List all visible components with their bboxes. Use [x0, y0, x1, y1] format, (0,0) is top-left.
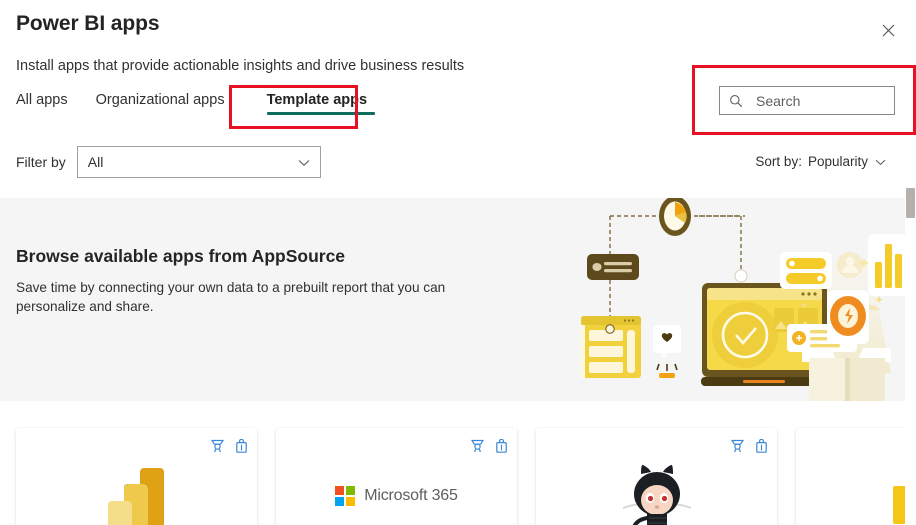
- app-card-github[interactable]: [536, 428, 777, 525]
- close-glyph: [882, 24, 894, 36]
- tab-active-underline: [266, 112, 376, 115]
- filter-selected-value: All: [87, 154, 104, 170]
- sort-by-value: Popularity: [807, 154, 868, 169]
- card-badges: [731, 439, 767, 453]
- tab-template-apps[interactable]: Template apps: [266, 88, 376, 118]
- certified-badge-icon[interactable]: [471, 439, 484, 453]
- search-input[interactable]: [754, 87, 884, 114]
- app-card-grid: Microsoft 365: [0, 410, 916, 525]
- search-icon: [729, 94, 743, 108]
- microsoft-squares-icon: [335, 486, 356, 506]
- app-card-next[interactable]: [796, 428, 916, 525]
- tab-all-apps[interactable]: All apps: [16, 88, 82, 118]
- page-title: Power BI apps: [16, 12, 160, 35]
- appsource-bag-icon[interactable]: [756, 439, 767, 453]
- close-icon[interactable]: [872, 14, 904, 46]
- certified-badge-icon[interactable]: [211, 439, 224, 453]
- sort-by-label: Sort by:: [755, 154, 802, 169]
- microsoft-365-logo: Microsoft 365: [276, 456, 517, 525]
- scrollbar-track: [905, 198, 916, 401]
- appsource-bag-icon[interactable]: [236, 439, 247, 453]
- filter-dropdown[interactable]: All: [76, 146, 321, 178]
- chevron-down-icon: [298, 154, 310, 170]
- power-bi-apps-dialog: Power BI apps Install apps that provide …: [0, 0, 916, 525]
- illustration-svg: [569, 198, 905, 401]
- scrollbar-thumb[interactable]: [906, 188, 915, 218]
- vertical-scrollbar[interactable]: [905, 0, 916, 525]
- filter-label: Filter by: [16, 154, 66, 170]
- app-card-microsoft-365[interactable]: Microsoft 365: [276, 428, 517, 525]
- banner-subtitle: Save time by connecting your own data to…: [16, 280, 446, 315]
- tab-all-apps-label: All apps: [16, 92, 68, 108]
- tab-organizational-apps-label: Organizational apps: [95, 92, 225, 108]
- filter-row: Filter by All: [16, 146, 321, 178]
- app-card-power-bi[interactable]: [16, 428, 257, 525]
- power-bi-logo: [16, 456, 257, 525]
- tab-list: All apps Organizational apps Template ap…: [16, 88, 376, 118]
- card-badges: [211, 439, 247, 453]
- search-box[interactable]: [719, 86, 895, 115]
- card-badges: [471, 439, 507, 453]
- page-subtitle: Install apps that provide actionable ins…: [16, 58, 465, 74]
- microsoft-365-label: Microsoft 365: [364, 487, 458, 504]
- chevron-down-icon: [875, 154, 886, 169]
- appsource-illustration: [569, 198, 905, 401]
- sort-by-control[interactable]: Sort by: Popularity: [755, 154, 886, 169]
- tab-template-apps-label: Template apps: [266, 92, 368, 108]
- appsource-banner: Browse available apps from AppSource Sav…: [0, 198, 905, 401]
- appsource-bag-icon[interactable]: [496, 439, 507, 453]
- banner-title: Browse available apps from AppSource: [16, 246, 346, 266]
- github-octocat-logo: [536, 456, 777, 525]
- tab-organizational-apps[interactable]: Organizational apps: [96, 88, 239, 118]
- bar-chart-logo: [796, 456, 916, 525]
- certified-badge-icon[interactable]: [731, 439, 744, 453]
